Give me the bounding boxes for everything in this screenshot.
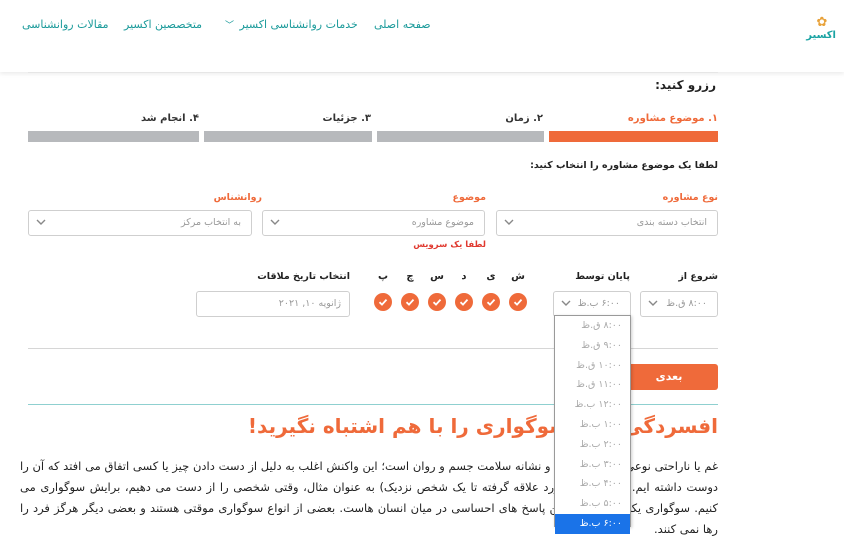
check-icon: [378, 298, 388, 306]
chevron-down-icon: [269, 216, 281, 228]
divider: [28, 72, 718, 73]
date-input[interactable]: ژانویه ۱۰, ۲۰۲۱: [196, 291, 350, 317]
nav-services-label: خدمات روانشناسی اکسیر: [239, 18, 358, 31]
dropdown-option[interactable]: ۱۰:۰۰ ق.ظ: [555, 356, 630, 376]
nav-services[interactable]: خدمات روانشناسی اکسیر ﹀: [225, 18, 358, 31]
day-label: پ: [377, 271, 389, 282]
chevron-down-icon: [647, 297, 659, 309]
day-label: س: [430, 271, 444, 282]
topic-placeholder: موضوع مشاوره: [411, 217, 474, 228]
dropdown-option[interactable]: ۱۲:۰۰ ب.ظ: [555, 395, 630, 415]
topic-select[interactable]: موضوع مشاوره: [262, 210, 485, 236]
step-1-label: ۱. موضوع مشاوره: [627, 113, 718, 124]
chevron-down-icon: [560, 297, 572, 309]
step-4-progress: [28, 131, 199, 142]
start-time-label: شروع از: [678, 271, 718, 282]
date-placeholder: ژانویه ۱۰, ۲۰۲۱: [278, 298, 341, 309]
step-2-label: ۲. زمان: [505, 113, 543, 124]
logo-text: اکسیر: [806, 30, 836, 41]
day-checkbox[interactable]: [455, 293, 473, 311]
date-label: انتخاب تاریخ ملاقات: [257, 271, 350, 282]
start-time-value: ۸:۰۰ ق.ظ: [666, 298, 707, 309]
day-checkbox[interactable]: [401, 293, 419, 311]
check-icon: [405, 298, 415, 306]
chevron-down-icon: [35, 216, 47, 228]
nav-articles[interactable]: مقالات روانشناسی: [22, 18, 109, 31]
day-checkbox[interactable]: [509, 293, 527, 311]
dropdown-option[interactable]: ۴:۰۰ ب.ظ: [555, 474, 630, 494]
nav-home[interactable]: صفحه اصلی: [374, 18, 431, 31]
site-header: ✿ اکسیر صفحه اصلی خدمات روانشناسی اکسیر …: [0, 0, 844, 72]
end-time-select[interactable]: ۶:۰۰ ب.ظ: [553, 291, 631, 317]
psychologist-placeholder: به انتخاب مرکز: [181, 217, 241, 228]
dropdown-option[interactable]: ۲:۰۰ ب.ظ: [555, 435, 630, 455]
dropdown-option-selected[interactable]: ۶:۰۰ ب.ظ: [555, 513, 630, 534]
chevron-down-icon: [503, 216, 515, 228]
day-checkbox[interactable]: [374, 293, 392, 311]
consultation-type-label: نوع مشاوره: [662, 192, 718, 203]
step-1-progress: [549, 131, 718, 142]
day-checkbox[interactable]: [482, 293, 500, 311]
end-time-value: ۶:۰۰ ب.ظ: [577, 298, 620, 309]
dropdown-option[interactable]: ۵:۰۰ ب.ظ: [555, 494, 630, 514]
step-3-progress: [204, 131, 372, 142]
day-label: چ: [406, 271, 414, 282]
consultation-type-placeholder: انتخاب دسته بندی: [636, 217, 707, 228]
nav-experts[interactable]: متخصصین اکسیر: [124, 18, 202, 31]
topic-label: موضوع: [452, 192, 486, 203]
dropdown-option[interactable]: ۹:۰۰ ق.ظ: [555, 336, 630, 356]
end-time-dropdown[interactable]: ۸:۰۰ ق.ظ ۹:۰۰ ق.ظ ۱۰:۰۰ ق.ظ ۱۱:۰۰ ق.ظ ۱۲…: [554, 315, 631, 534]
check-icon: [486, 298, 496, 306]
dropdown-option[interactable]: ۸:۰۰ ق.ظ: [555, 316, 630, 336]
site-logo[interactable]: ✿ اکسیر: [806, 14, 836, 48]
consultation-type-select[interactable]: انتخاب دسته بندی: [496, 210, 718, 236]
check-icon: [513, 298, 523, 306]
check-icon: [432, 298, 442, 306]
check-icon: [459, 298, 469, 306]
step-2-progress: [377, 131, 544, 142]
dropdown-option[interactable]: ۳:۰۰ ب.ظ: [555, 455, 630, 475]
end-time-label: پایان توسط: [575, 271, 630, 282]
topic-error: لطفا یک سرویس: [413, 240, 486, 250]
step-3-label: ۳. جزئیات: [322, 113, 371, 124]
article-title: افسردگی را با سوگواری را با هم اشتباه نگ…: [247, 414, 718, 438]
next-button[interactable]: بعدی: [620, 364, 718, 390]
step-4-label: ۴. انجام شد: [141, 113, 199, 124]
instruction-text: لطفا یک موضوع مشاوره را انتخاب کنید:: [530, 160, 718, 171]
psychologist-select[interactable]: به انتخاب مرکز: [28, 210, 252, 236]
start-time-select[interactable]: ۸:۰۰ ق.ظ: [640, 291, 718, 317]
logo-mark-icon: ✿: [816, 15, 828, 30]
day-checkbox[interactable]: [428, 293, 446, 311]
dropdown-option[interactable]: ۱:۰۰ ب.ظ: [555, 415, 630, 435]
form-title: رزرو کنید:: [655, 78, 716, 92]
day-label: ش: [511, 271, 525, 282]
dropdown-option[interactable]: ۱۱:۰۰ ق.ظ: [555, 375, 630, 395]
psychologist-label: روانشناس: [213, 192, 262, 203]
chevron-down-icon: ﹀: [225, 21, 235, 31]
day-label: د: [461, 271, 467, 282]
day-label: ی: [486, 271, 496, 282]
